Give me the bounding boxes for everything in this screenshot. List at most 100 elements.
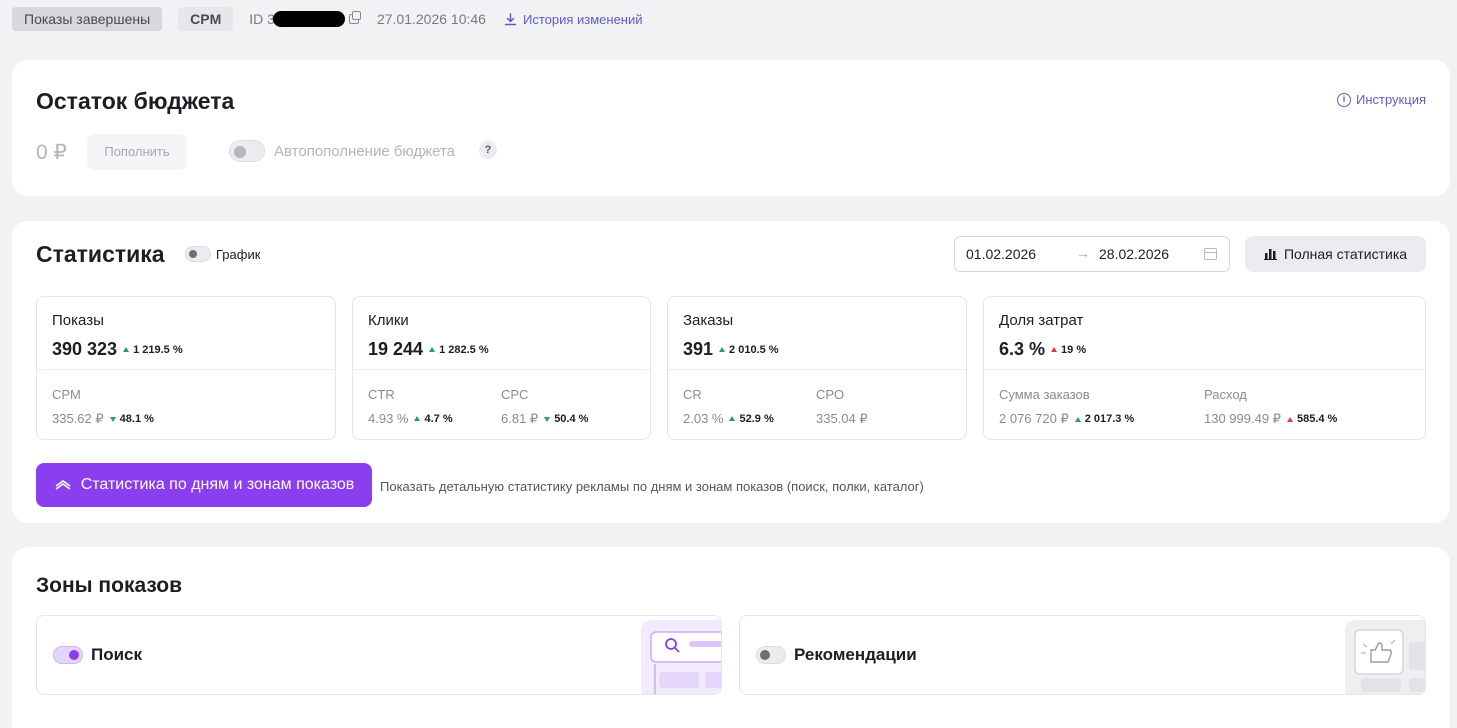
submetric-cr: CR 2.03 % 52.9 %: [683, 387, 774, 426]
chart-toggle[interactable]: [185, 246, 211, 262]
submetric-value: 4.93 %: [368, 411, 409, 426]
submetric-cpm: CPM 335.62 ₽ 48.1 %: [52, 387, 154, 427]
submetric-cpc: CPC 6.81 ₽ 50.4 %: [501, 387, 588, 427]
campaign-id-label: ID 3: [249, 11, 275, 27]
date-range-picker[interactable]: 01.02.2026 → 28.02.2026: [954, 236, 1230, 272]
history-link[interactable]: История изменений: [504, 12, 643, 27]
toggle-knob: [234, 146, 246, 158]
help-icon[interactable]: ?: [479, 141, 497, 159]
submetric-value: 335.62 ₽: [52, 411, 104, 426]
calendar-icon[interactable]: [1204, 248, 1217, 260]
arrow-up-icon: [729, 416, 736, 421]
metric-value: 390 323: [52, 339, 118, 359]
divider: [353, 369, 650, 370]
metric-value: 6.3 %: [999, 339, 1046, 359]
campaign-id: ID 3: [249, 11, 361, 27]
submetric-change: 4.7 %: [414, 412, 453, 425]
submetric-value: 2 076 720 ₽: [999, 411, 1069, 426]
daily-zone-stats-button[interactable]: Статистика по дням и зонам показов: [36, 463, 372, 507]
download-icon: [504, 12, 517, 25]
submetric-change-value: 4.7 %: [424, 412, 453, 425]
metric-change: 19 %: [1051, 344, 1086, 356]
submetric-label: CPM: [52, 387, 81, 402]
statistics-card: Статистика График 01.02.2026 → 28.02.202…: [12, 221, 1450, 523]
autotopup-toggle[interactable]: [229, 140, 265, 162]
metric-change: 1 219.5 %: [123, 344, 183, 356]
submetric-label: Сумма заказов: [999, 387, 1090, 402]
arrow-up-icon: [414, 416, 421, 421]
metric-card-orders: Заказы 391 2 010.5 % CR 2.03 % 52.9 % CPO …: [667, 296, 967, 440]
metric-change-value: 2 010.5 %: [729, 343, 779, 356]
submetric-change: 585.4 %: [1286, 413, 1338, 425]
zone-recommendations-label: Рекомендации: [794, 645, 917, 664]
metric-card-cost-share: Доля затрат 6.3 % 19 % Сумма заказов 2 07…: [983, 296, 1426, 440]
date-to[interactable]: 28.02.2026: [1099, 246, 1169, 262]
submetric-value-row: 2.03 % 52.9 %: [683, 411, 774, 426]
layers-icon: [55, 480, 71, 490]
submetric-spend: Расход 130 999.49 ₽ 585.4 %: [1204, 387, 1337, 427]
daily-zone-stats-label: Статистика по дням и зонам показов: [80, 476, 355, 493]
metric-title: Заказы: [683, 312, 734, 329]
submetric-label: CR: [683, 387, 702, 402]
arrow-down-icon: [109, 416, 116, 422]
zone-search: Поиск: [36, 615, 722, 695]
info-icon: i: [1337, 92, 1351, 107]
arrow-up-icon: [429, 347, 436, 352]
autotopup-label: Автопополнение бюджета: [274, 143, 456, 160]
history-link-label: История изменений: [522, 11, 643, 27]
zone-recommendations-toggle[interactable]: [756, 646, 786, 664]
zone-search-label: Поиск: [91, 645, 143, 664]
submetric-label: CPO: [816, 387, 845, 402]
submetric-value: 335.04 ₽: [816, 411, 868, 426]
arrow-up-icon: [1074, 416, 1081, 422]
budget-title: Остаток бюджета: [36, 88, 235, 114]
metric-card-clicks: Клики 19 244 1 282.5 % CTR 4.93 % 4.7 % CP…: [352, 296, 651, 440]
campaign-type-badge: CPM: [178, 7, 234, 31]
copy-icon[interactable]: [348, 11, 361, 24]
budget-amount: 0 ₽: [36, 141, 67, 164]
submetric-change-value: 52.9 %: [739, 412, 774, 425]
instruction-link-label: Инструкция: [1356, 92, 1426, 107]
metric-value-row: 6.3 % 19 %: [999, 339, 1086, 360]
campaign-header-bar: Показы завершены CPM ID 3 27.01.2026 10:…: [12, 6, 643, 32]
instruction-link[interactable]: i Инструкция: [1337, 92, 1426, 107]
submetric-value-row: 335.04 ₽: [816, 411, 868, 427]
submetric-change: 52.9 %: [729, 412, 774, 425]
divider: [37, 369, 335, 370]
zone-search-toggle[interactable]: [53, 646, 83, 664]
metric-value: 19 244: [368, 339, 424, 359]
submetric-change: 50.4 %: [544, 413, 588, 425]
divider: [984, 369, 1425, 370]
metric-change-value: 1 219.5 %: [133, 343, 183, 356]
bar-chart-icon: [1263, 249, 1277, 260]
divider: [668, 369, 966, 370]
submetric-cpo: CPO 335.04 ₽: [816, 387, 868, 427]
submetric-label: Расход: [1204, 387, 1247, 402]
arrow-right-icon: →: [1076, 245, 1090, 261]
submetric-value: 130 999.49 ₽: [1204, 411, 1281, 426]
budget-card: Остаток бюджета i Инструкция 0 ₽ Пополни…: [12, 60, 1450, 196]
metric-change-value: 19 %: [1061, 343, 1087, 356]
arrow-up-icon: [1286, 416, 1293, 422]
zone-recommendations: Рекомендации: [739, 615, 1426, 695]
redacted-id: [272, 11, 345, 27]
submetric-change-value: 50.4 %: [554, 413, 589, 425]
submetric-value: 6.81 ₽: [501, 411, 539, 426]
metric-value: 391: [683, 339, 714, 359]
full-statistics-label: Полная статистика: [1283, 246, 1408, 262]
metric-title: Клики: [368, 312, 409, 329]
full-statistics-button[interactable]: Полная статистика: [1245, 236, 1426, 272]
submetric-value: 2.03 %: [683, 411, 724, 426]
zones-title: Зоны показов: [36, 574, 183, 597]
submetric-value-row: 335.62 ₽ 48.1 %: [52, 411, 154, 427]
zones-card: Зоны показов Поиск Рекомендации: [12, 547, 1450, 728]
chart-toggle-label: График: [216, 247, 261, 262]
metric-value-row: 391 2 010.5 %: [683, 339, 779, 360]
topup-button[interactable]: Пополнить: [87, 134, 187, 170]
search-zone-illustration: [641, 620, 721, 694]
toggle-knob: [69, 650, 79, 660]
metric-value-row: 390 323 1 219.5 %: [52, 339, 183, 360]
date-from[interactable]: 01.02.2026: [966, 246, 1036, 262]
metric-change: 2 010.5 %: [719, 344, 779, 356]
submetric-change-value: 585.4 %: [1296, 413, 1338, 425]
